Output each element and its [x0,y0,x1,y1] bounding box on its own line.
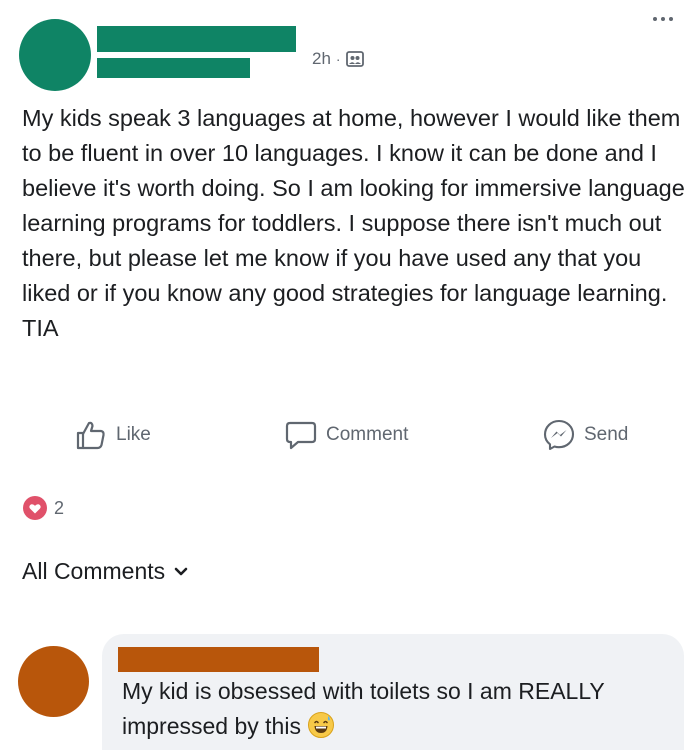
thumbs-up-icon [74,418,108,452]
reactions-summary[interactable]: 2 [22,495,64,521]
send-button[interactable]: Send [542,412,628,458]
comment-button[interactable]: Comment [284,412,408,458]
messenger-icon [542,418,576,452]
send-label: Send [584,424,629,445]
like-button[interactable]: Like [74,412,151,458]
author-name-redaction[interactable] [97,26,296,52]
comment-text: My kid is obsessed with toilets so I am … [122,674,662,744]
author-subtitle-redaction [97,58,250,78]
post-header: 2h · [0,0,700,95]
post-body-text: My kids speak 3 languages at home, howev… [22,105,685,341]
more-options-icon[interactable] [643,8,683,30]
author-avatar[interactable] [19,19,91,91]
love-reaction-icon [22,495,48,521]
post-action-bar: Like Comment Send [0,412,700,458]
comment-label: Comment [326,424,409,445]
post-meta: 2h · [312,49,364,69]
comment-bubble-icon [284,418,318,452]
like-label: Like [116,424,151,445]
reaction-count: 2 [54,497,65,518]
comment-body: My kid is obsessed with toilets so I am … [122,678,605,739]
all-comments-label: All Comments [22,558,166,584]
grinning-sweat-emoji-icon [307,711,335,739]
all-comments-filter[interactable]: All Comments [22,558,189,585]
commenter-avatar[interactable] [18,646,89,717]
post-timestamp[interactable]: 2h [312,49,331,69]
friends-icon [345,50,364,68]
chevron-down-icon [173,566,189,578]
commenter-name-redaction[interactable] [118,647,319,672]
meta-separator: · [335,51,341,67]
